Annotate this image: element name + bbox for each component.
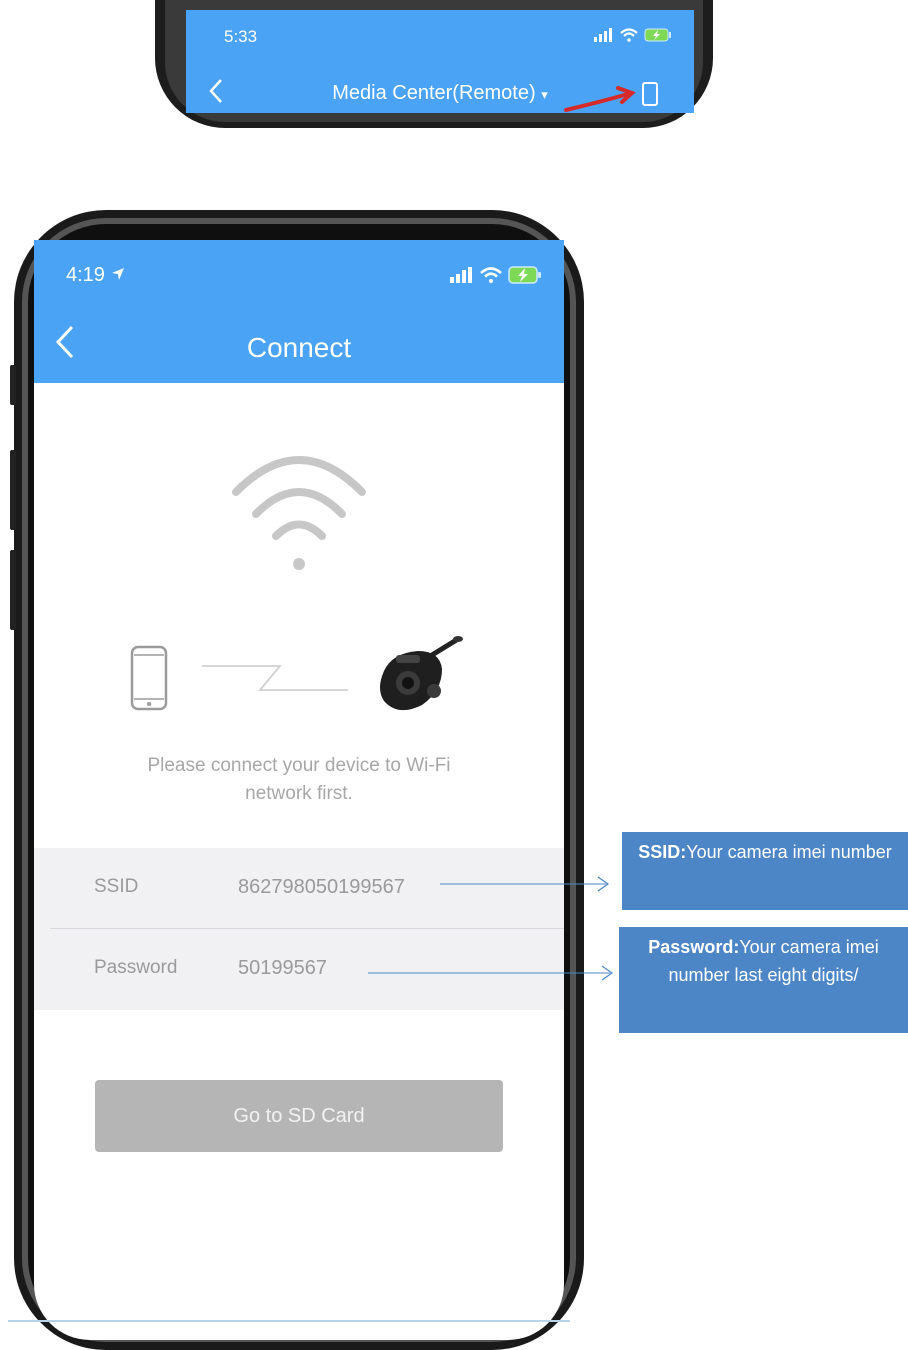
phone-volume-up	[10, 450, 16, 530]
wifi-credentials-panel: SSID 862798050199567 Password 50199567	[34, 848, 564, 1010]
status-icons	[450, 266, 542, 284]
location-arrow-icon	[111, 268, 124, 280]
wifi-icon	[480, 267, 502, 283]
password-pointer-arrow-icon	[368, 965, 614, 981]
status-time: 4:19	[66, 264, 125, 287]
phone-mute-switch	[10, 365, 16, 405]
main-phone-screen: 4:19 Connect Please connect your device …	[34, 240, 564, 1340]
ssid-annotation: SSID:Your camera imei number	[622, 832, 908, 910]
top-title-text: Media Center(Remote)	[332, 82, 536, 104]
ssid-label: SSID	[94, 876, 139, 897]
phone-device-icon[interactable]	[642, 82, 658, 106]
ssid-annotation-bold: SSID:	[638, 842, 687, 862]
smartphone-icon	[130, 645, 168, 711]
go-to-sd-card-button[interactable]: Go to SD Card	[95, 1080, 503, 1152]
password-label: Password	[94, 957, 178, 978]
signal-icon	[450, 267, 472, 283]
connection-link-icon	[202, 665, 348, 691]
bottom-edge-line	[8, 1320, 570, 1322]
battery-charging-icon	[644, 28, 671, 42]
caret-down-icon: ▾	[541, 87, 548, 102]
battery-charging-icon	[508, 266, 541, 284]
ssid-annotation-text: Your camera imei number	[686, 842, 892, 862]
password-annotation-bold: Password:	[648, 937, 740, 957]
password-annotation: Password:Your camera imei number last ei…	[619, 927, 908, 1033]
wifi-icon	[620, 28, 638, 42]
password-value: 50199567	[238, 957, 327, 979]
instruction-line-2: network first.	[245, 783, 353, 804]
top-status-icons	[594, 28, 672, 42]
signal-icon	[594, 28, 612, 42]
page-title: Connect	[246, 332, 352, 363]
dashcam-icon	[380, 636, 463, 711]
phone-volume-down	[10, 550, 16, 630]
wifi-icon	[232, 456, 366, 570]
ssid-value: 862798050199567	[238, 876, 405, 898]
ssid-pointer-arrow-icon	[440, 876, 610, 892]
status-time-text: 4:19	[66, 264, 105, 286]
top-status-time: 5:33	[224, 27, 258, 46]
phone-power-button	[578, 480, 584, 600]
red-pointer-arrow-icon	[564, 86, 636, 112]
nav-header: 4:19 Connect	[34, 240, 564, 383]
connection-instruction: Please connect your device to Wi-Fi netw…	[94, 752, 504, 808]
instruction-line-1: Please connect your device to Wi-Fi	[147, 755, 451, 776]
